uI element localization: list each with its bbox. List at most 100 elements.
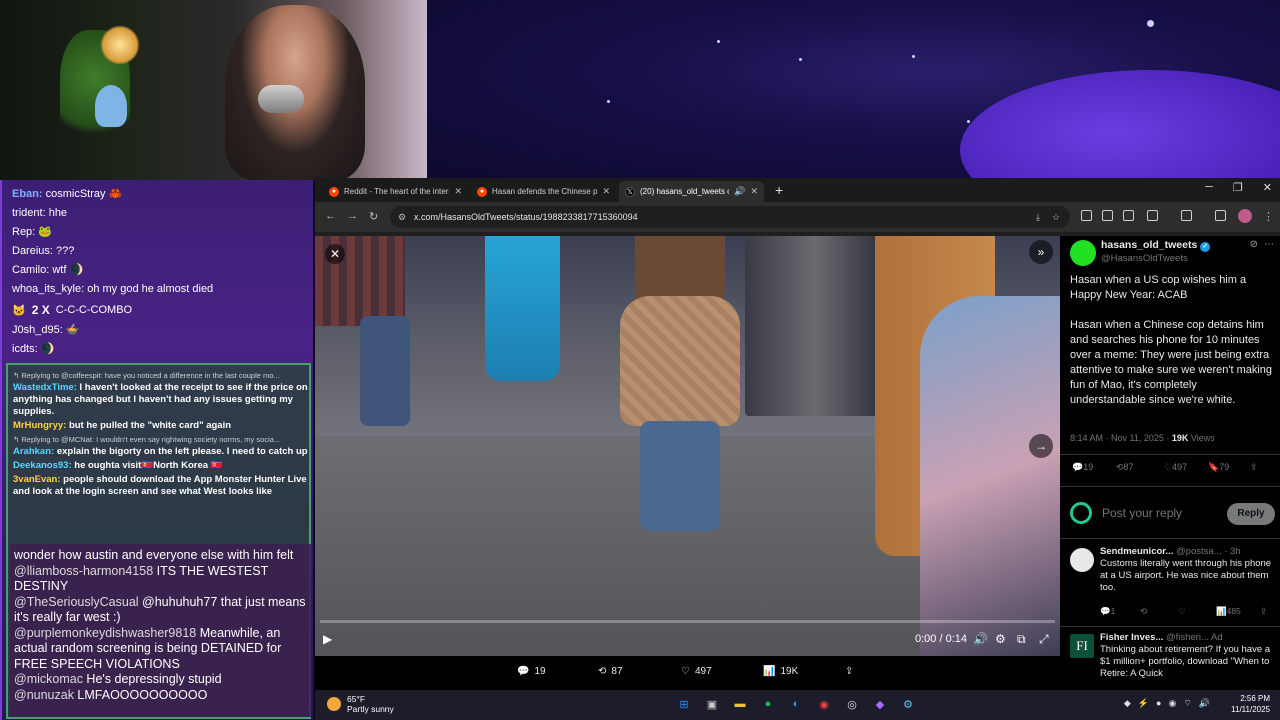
settings-gear-icon[interactable]: ⚙ — [995, 632, 1006, 646]
video-time: 0:00 / 0:14 — [915, 633, 967, 645]
speaker-icon[interactable]: 🔊 — [734, 186, 745, 197]
like-action[interactable]: ♡ 497 — [681, 666, 712, 677]
star — [912, 55, 915, 58]
spotify-icon[interactable]: ● — [759, 695, 777, 713]
tray-app-icon[interactable]: ⚡ — [1138, 698, 1149, 709]
install-icon[interactable]: ⤓ — [1036, 206, 1040, 228]
windows-start-icon[interactable]: ⊞ — [675, 695, 693, 713]
bookmark-star-icon[interactable]: ☆ — [1052, 206, 1060, 228]
volume-icon[interactable]: 🔊 — [1199, 698, 1210, 709]
repost-stat[interactable]: ⟲ 87 — [1116, 462, 1134, 473]
views-action[interactable]: 📊 19K — [763, 666, 798, 677]
share-icon: ⇪ — [845, 666, 854, 677]
chat-message: MrHungryy: but he pulled the "white card… — [13, 420, 232, 431]
edge-icon[interactable]: ◐ — [787, 695, 805, 713]
bookmark-stat[interactable]: 🔖 79 — [1208, 462, 1229, 473]
reply-avatar[interactable] — [1070, 548, 1094, 572]
fullscreen-icon[interactable]: ⤢ — [1039, 632, 1049, 647]
reply-action[interactable]: 💬 19 — [517, 666, 546, 677]
video-player[interactable]: ✕ » → ▶ 0:00 / 0:14 🔊 ⚙ ⧉ ⤢ — [315, 236, 1060, 656]
task-view-icon[interactable]: ▣ — [703, 695, 721, 713]
tray-app-icon[interactable]: ◉ — [1168, 698, 1176, 709]
share-action[interactable]: ⇪ — [845, 666, 853, 677]
fisher-logo[interactable]: FI — [1070, 634, 1094, 658]
back-icon[interactable]: ← — [325, 210, 336, 222]
extension-icon[interactable] — [1123, 210, 1134, 221]
chat-message: Eban: cosmicStray 🦀 — [12, 188, 123, 200]
author-avatar[interactable] — [1070, 240, 1096, 266]
weather-widget[interactable]: 65°F Partly sunny — [327, 694, 394, 714]
extension-icon[interactable] — [1102, 210, 1113, 221]
new-tab-button[interactable]: + — [775, 182, 783, 198]
profile-avatar[interactable] — [1238, 209, 1252, 223]
reply-post[interactable]: Sendmeunicor... @postsa... · 3h Customs … — [1070, 546, 1275, 621]
next-media-icon[interactable]: → — [1029, 434, 1053, 458]
ad-content: Fisher Inves... @fisheri... Ad Thinking … — [1100, 632, 1271, 679]
share-icon[interactable]: ⇪ — [1250, 462, 1258, 473]
repost-action[interactable]: ⟲ 87 — [598, 666, 623, 677]
volume-icon[interactable]: 🔊 — [973, 632, 988, 646]
like-stat[interactable]: ♡ 497 — [1164, 462, 1187, 473]
taskbar: 65°F Partly sunny ⊞ ▣ ▬ ● ◐ ◉ ◎ ◆ ⚙ ◆ ⚡ ● ◉ ⌔ 🔊 2… — [315, 690, 1280, 720]
reply-stat[interactable]: 💬 1 — [1100, 606, 1115, 617]
video-child — [615, 236, 745, 546]
video-progress-bar[interactable] — [320, 620, 1055, 623]
webcam-feed — [0, 0, 427, 180]
more-options-icon[interactable]: ⋯ — [1264, 239, 1274, 250]
tab-reddit-post[interactable]: ● Hasan defends the Chinese poli ✕ — [471, 181, 616, 202]
verified-badge-icon: ✓ — [1200, 242, 1211, 252]
reply-stat[interactable]: 💬 19 — [1072, 462, 1093, 473]
extensions-puzzle-icon[interactable] — [1147, 210, 1158, 221]
author-name[interactable]: hasans_old_tweets ✓ — [1101, 239, 1211, 252]
minimize-icon[interactable]: ─ — [1205, 181, 1213, 194]
reply-input[interactable]: Post your reply — [1102, 506, 1182, 520]
reply-content: Sendmeunicor... @postsa... · 3h Customs … — [1100, 546, 1272, 593]
close-window-icon[interactable]: ✕ — [1263, 181, 1272, 194]
close-tab-icon[interactable]: ✕ — [750, 186, 758, 197]
divider — [1060, 454, 1280, 455]
star — [967, 120, 970, 123]
close-tab-icon[interactable]: ✕ — [602, 186, 610, 197]
tray-app-icon[interactable]: ● — [1156, 698, 1161, 709]
author-handle[interactable]: @HasansOldTweets — [1101, 253, 1188, 264]
chat-message: Deekanos93: he oughta visit🇰🇵North Korea… — [13, 460, 223, 471]
file-explorer-icon[interactable]: ▬ — [731, 695, 749, 713]
grok-icon[interactable]: ⊘ — [1250, 239, 1258, 250]
wifi-icon[interactable]: ⌔ — [1183, 698, 1191, 709]
reply-button[interactable]: Reply — [1227, 503, 1275, 525]
site-info-icon[interactable]: ⚙ — [398, 206, 406, 228]
reply-icon: 💬 — [517, 666, 530, 677]
sidebar-icon[interactable] — [1181, 210, 1192, 221]
menu-icon[interactable]: ⋮ — [1263, 210, 1274, 223]
chat-message: WastedxTime: I haven't looked at the rec… — [13, 382, 308, 417]
clock[interactable]: 2:56 PM 11/11/2025 — [1231, 693, 1270, 715]
chat-overlay-panel: ↰ Replying to @coffeespit: have you noti… — [6, 363, 311, 719]
microphone — [258, 85, 304, 113]
tab-x-tweet[interactable]: 𝕏 (20) hasans_old_tweets on 🔊 ✕ — [619, 181, 764, 202]
chrome-icon[interactable]: ◉ — [815, 695, 833, 713]
views-stat[interactable]: 📊 485 — [1216, 606, 1241, 617]
forward-icon[interactable]: → — [347, 210, 358, 222]
expand-panel-icon[interactable]: » — [1029, 240, 1053, 264]
share-icon[interactable]: ⇪ — [1260, 606, 1267, 617]
play-icon[interactable]: ▶ — [323, 632, 332, 646]
ad-post[interactable]: FI Fisher Inves... @fisheri... Ad Thinki… — [1070, 632, 1275, 690]
tray-app-icon[interactable]: ◆ — [1124, 698, 1131, 709]
app-icon[interactable]: ◆ — [871, 695, 889, 713]
media-icon[interactable] — [1215, 210, 1226, 221]
close-media-icon[interactable]: ✕ — [325, 244, 345, 264]
media-action-bar: 💬 19 ⟲ 87 ♡ 497 📊 19K ⇪ — [315, 656, 1060, 690]
steam-icon[interactable]: ⚙ — [899, 695, 917, 713]
obs-icon[interactable]: ◎ — [843, 695, 861, 713]
pip-icon[interactable]: ⧉ — [1017, 632, 1026, 647]
tab-reddit-home[interactable]: ● Reddit - The heart of the interne ✕ — [323, 181, 468, 202]
heart-icon[interactable]: ♡ — [1178, 606, 1186, 617]
maximize-icon[interactable]: ❐ — [1233, 181, 1243, 194]
close-tab-icon[interactable]: ✕ — [454, 186, 462, 197]
video-sleeve — [920, 296, 1060, 656]
reply-context: ↰ Replying to @MCNat: I wouldn't even sa… — [13, 435, 281, 444]
extension-icon[interactable] — [1081, 210, 1092, 221]
address-bar[interactable]: ⚙ x.com/HasansOldTweets/status/198823381… — [390, 206, 1070, 228]
reload-icon[interactable]: ↻ — [369, 210, 378, 223]
repost-icon[interactable]: ⟲ — [1140, 606, 1147, 617]
